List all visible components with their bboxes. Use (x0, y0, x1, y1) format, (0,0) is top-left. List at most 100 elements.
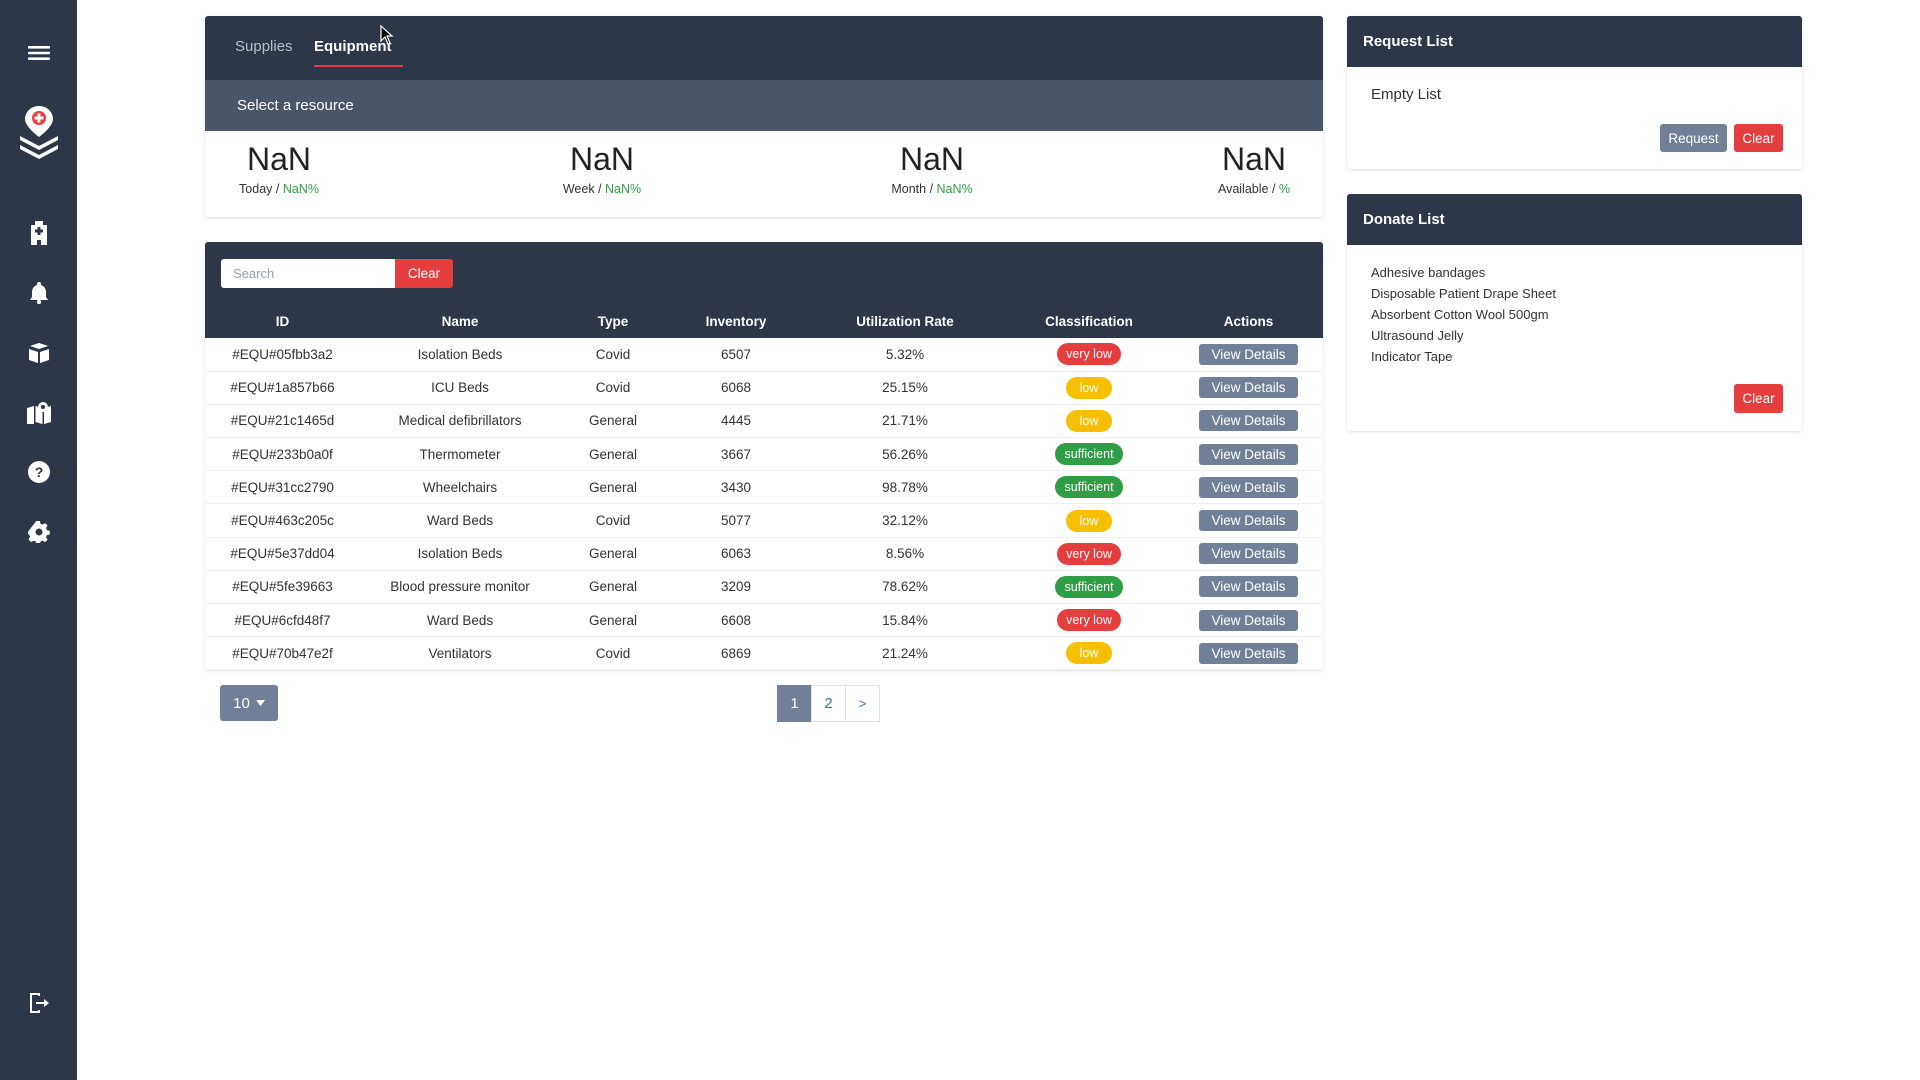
list-item: Disposable Patient Drape Sheet (1371, 286, 1557, 301)
table-row: #EQU#21c1465d Medical defibrillators Gener… (205, 404, 1323, 438)
cell-inventory: 6068 (720, 380, 752, 396)
cell-id: #EQU#1a857b66 (230, 380, 335, 396)
column-header: Actions (1223, 313, 1274, 329)
view-details-button[interactable]: View Details (1199, 377, 1298, 399)
cell-name: Isolation Beds (417, 346, 503, 362)
cell-name: Medical defibrillators (398, 413, 522, 429)
table-row: #EQU#05fbb3a2 Isolation Beds Covid 6507 5.32… (205, 338, 1323, 372)
menu-icon[interactable] (0, 40, 77, 66)
cell-actions: View Details (1174, 471, 1323, 504)
stat-label: Available (1217, 182, 1269, 196)
cell-name: Ward Beds (426, 612, 494, 628)
cell-actions: View Details (1174, 604, 1323, 637)
page-2-button[interactable]: 2 (811, 685, 846, 722)
gear-icon[interactable] (0, 519, 77, 545)
view-details-button[interactable]: View Details (1199, 476, 1298, 498)
view-details-button[interactable]: View Details (1199, 642, 1298, 664)
caret-down-icon (255, 700, 265, 706)
cell-id: #EQU#233b0a0f (232, 446, 333, 462)
view-details-button[interactable]: View Details (1199, 443, 1298, 465)
cell-id: #EQU#70b47e2f (232, 645, 333, 661)
cell-inventory: 6063 (720, 546, 752, 562)
column-header[interactable]: Name (360, 304, 560, 338)
cell-classification: sufficient (1004, 438, 1174, 471)
list-item: Absorbent Cotton Wool 500gm (1371, 307, 1549, 322)
table-row: #EQU#463c205c Ward Beds Covid 5077 32.12% low… (205, 504, 1323, 538)
view-details-button[interactable]: View Details (1199, 510, 1298, 532)
box-icon[interactable] (0, 340, 77, 366)
stat-percent: % (1278, 182, 1291, 196)
equipment-table-card: Clear ID Name Type Inventory Utilization… (205, 242, 1323, 670)
column-header[interactable]: ID (205, 304, 360, 338)
select-resource-bar[interactable]: Select a resource (205, 80, 1323, 131)
table-row: #EQU#1a857b66 ICU Beds Covid 6068 25.15% low V… (205, 371, 1323, 405)
search-input[interactable] (221, 259, 399, 288)
request-button[interactable]: Request (1660, 124, 1727, 152)
cell-actions: View Details (1174, 438, 1323, 471)
table-body: #EQU#05fbb3a2 Isolation Beds Covid 6507 5.32… (205, 338, 1323, 670)
cell-utilization-rate: 98.78% (882, 479, 928, 495)
stats-row: NaN Today / NaN% NaN Week / NaN% NaN Mon… (205, 131, 1323, 217)
cell-name: Ventilators (428, 645, 492, 661)
cell-id: #EQU#6cfd48f7 (234, 612, 331, 628)
tab-supplies[interactable]: Supplies (235, 38, 293, 55)
help-icon[interactable]: ? (0, 459, 77, 485)
cell-classification: low (1004, 371, 1174, 404)
column-header[interactable]: Inventory (666, 304, 806, 338)
donate-clear-button[interactable]: Clear (1734, 384, 1783, 413)
cell-type: General (588, 579, 638, 595)
cell-inventory: 3667 (720, 446, 752, 462)
classification-badge: low (1065, 409, 1113, 432)
cell-utilization-rate: 25.15% (882, 380, 928, 396)
view-details-button[interactable]: View Details (1199, 609, 1298, 631)
classification-badge: low (1065, 376, 1113, 399)
tabs-bar: Supplies Equipment (205, 16, 1323, 80)
cell-actions: View Details (1174, 404, 1323, 437)
next-page-button[interactable]: > (845, 685, 880, 722)
cell-inventory: 6869 (720, 645, 752, 661)
cell-name: Blood pressure monitor (390, 579, 530, 595)
logout-icon[interactable] (0, 990, 77, 1016)
hospital-icon[interactable] (0, 220, 77, 246)
table-row: #EQU#6cfd48f7 Ward Beds General 6608 15.84% v… (205, 604, 1323, 637)
cell-utilization-rate: 56.26% (882, 446, 928, 462)
cell-type: General (588, 546, 638, 562)
column-header[interactable]: Utilization Rate (806, 304, 1004, 338)
stat-percent: NaN% (282, 182, 319, 196)
classification-badge: sufficient (1055, 476, 1123, 499)
stat-label: Month (891, 182, 927, 196)
list-item: Indicator Tape (1371, 349, 1453, 364)
stat-value: NaN (246, 141, 311, 177)
bell-icon[interactable] (0, 280, 77, 306)
cell-name: ICU Beds (431, 380, 489, 396)
cell-type: General (588, 413, 638, 429)
cell-id: #EQU#5e37dd04 (230, 546, 335, 562)
list-item: Adhesive bandages (1371, 265, 1486, 280)
view-details-button[interactable]: View Details (1199, 343, 1298, 365)
cell-utilization-rate: 5.32% (885, 346, 925, 362)
cell-name: Thermometer (419, 446, 501, 462)
stat-week: NaN Week / NaN% (557, 141, 647, 196)
table-row: #EQU#5e37dd04 Isolation Beds General 6063 8.… (205, 537, 1323, 571)
column-header[interactable]: Classification (1004, 304, 1174, 338)
classification-badge: very low (1057, 343, 1121, 366)
request-clear-button[interactable]: Clear (1734, 124, 1783, 152)
cell-type: General (588, 479, 638, 495)
cell-utilization-rate: 78.62% (882, 579, 928, 595)
classification-badge: very low (1057, 609, 1121, 632)
mouse-cursor-icon (380, 25, 394, 45)
search-clear-button[interactable]: Clear (395, 259, 453, 288)
page-size-dropdown[interactable]: 10 (220, 685, 278, 721)
page-1-button[interactable]: 1 (777, 685, 812, 722)
logo-icon[interactable] (0, 104, 77, 164)
cell-type: Covid (595, 380, 631, 396)
equipment-table: ID Name Type Inventory Utilization Rate … (205, 304, 1323, 670)
classification-badge: low (1065, 509, 1113, 532)
view-details-button[interactable]: View Details (1199, 543, 1298, 565)
column-header[interactable]: Type (560, 304, 666, 338)
cell-id: #EQU#5fe39663 (232, 579, 333, 595)
view-details-button[interactable]: View Details (1199, 576, 1298, 598)
map-icon[interactable] (0, 400, 77, 426)
cell-utilization-rate: 8.56% (885, 546, 925, 562)
view-details-button[interactable]: View Details (1199, 410, 1298, 432)
